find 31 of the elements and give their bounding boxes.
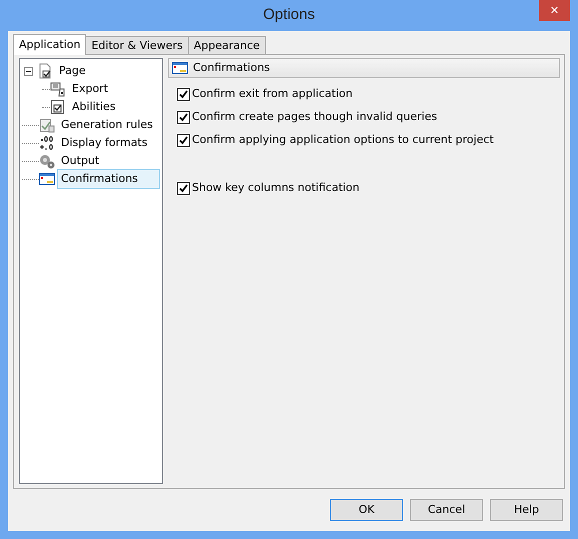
checkbox[interactable] — [177, 88, 190, 100]
tree-item[interactable]: Page — [55, 60, 90, 82]
checkbox-label: Confirm exit from application — [192, 86, 353, 102]
tree-item[interactable]: Display formats — [57, 132, 152, 154]
window-title: Options — [263, 5, 315, 26]
checkbox[interactable] — [177, 134, 190, 146]
page-icon — [37, 63, 53, 79]
checkbox-label: Show key columns notification — [192, 180, 360, 196]
window-icon — [172, 60, 188, 76]
tab[interactable]: Appearance — [188, 36, 266, 54]
document-icon — [50, 81, 66, 97]
section-title: Confirmations — [193, 60, 270, 76]
close-button[interactable]: ✕ — [539, 0, 570, 21]
checkbox-label: Confirm applying application options to current project — [192, 132, 494, 148]
tab[interactable]: Editor & Viewers — [85, 36, 189, 54]
checkbox-label: Confirm create pages though invalid queries — [192, 108, 438, 125]
checkbox-icon — [50, 99, 66, 115]
tree-item[interactable]: Output — [57, 150, 104, 172]
tree-item[interactable]: Generation rules — [57, 114, 157, 136]
tab[interactable]: Application — [13, 34, 86, 55]
collapse-toggle[interactable] — [24, 66, 33, 76]
dialog-button[interactable]: Help — [490, 499, 563, 521]
dialog-button[interactable]: OK — [330, 499, 403, 521]
checkbox[interactable] — [177, 182, 190, 194]
tree-item[interactable]: Abilities — [68, 96, 120, 118]
checkbox[interactable] — [177, 110, 190, 124]
number-format-icon — [39, 135, 55, 151]
window-icon — [39, 171, 55, 187]
dialog-button[interactable]: Cancel — [410, 499, 483, 521]
tree-item[interactable]: Confirmations — [57, 168, 160, 190]
tree-item[interactable]: Export — [68, 78, 112, 100]
